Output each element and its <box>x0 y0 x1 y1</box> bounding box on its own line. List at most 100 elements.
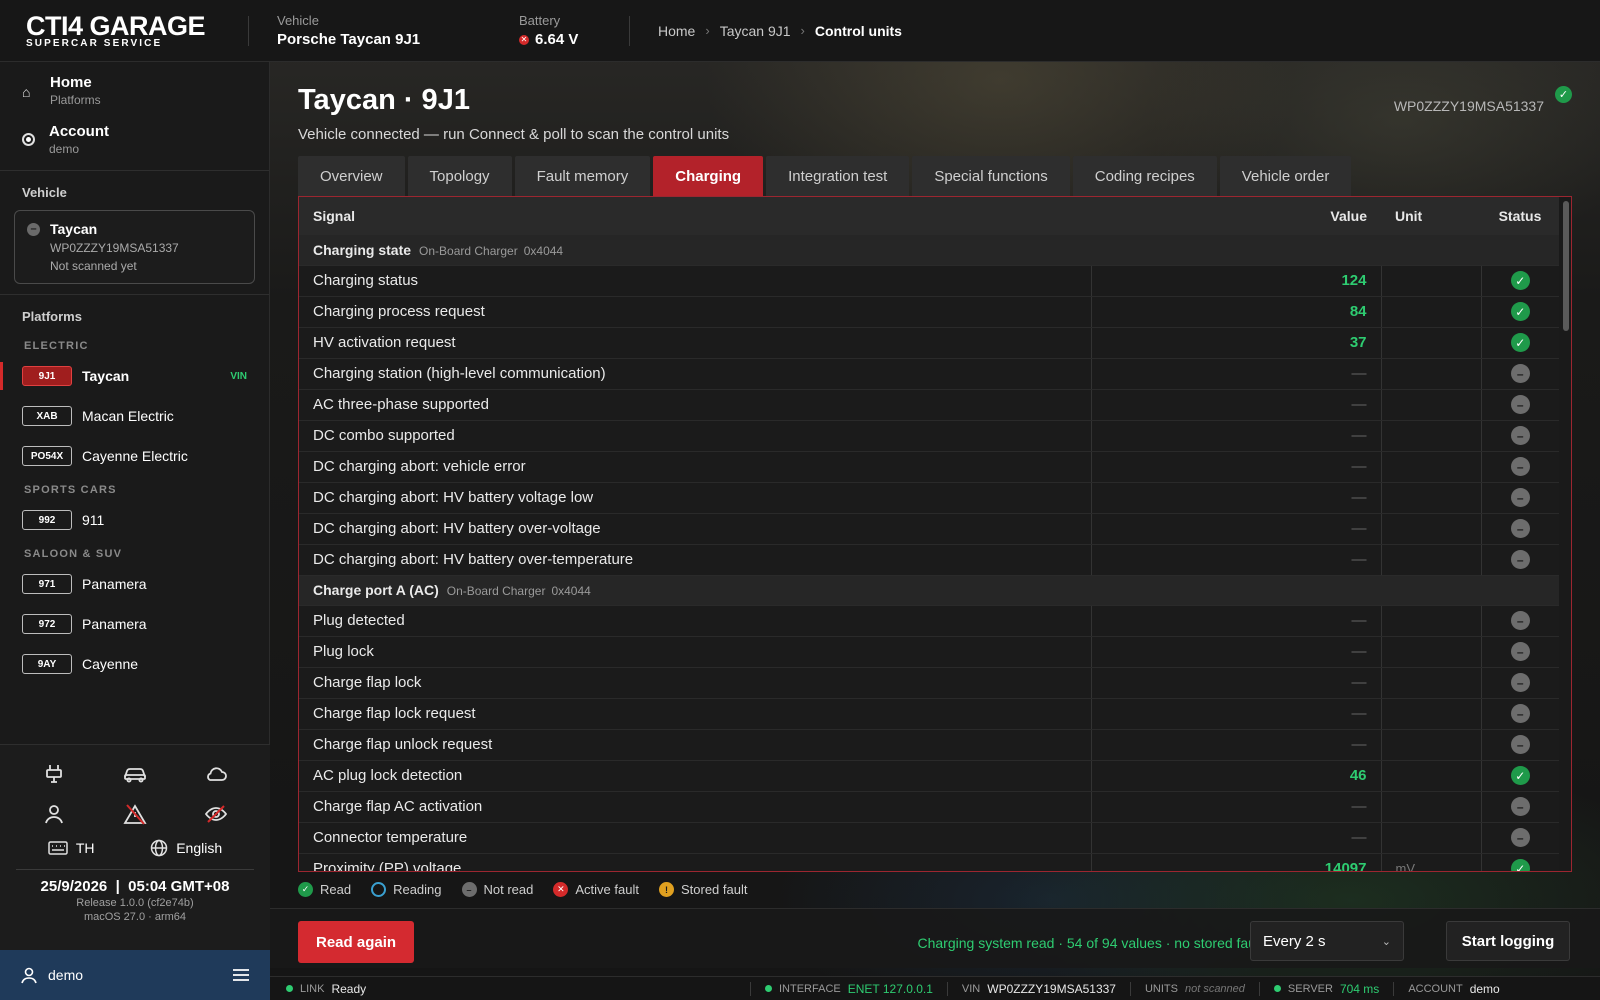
table-row[interactable]: HV activation request 37 ✓ <box>299 327 1559 359</box>
signals-table[interactable]: Signal Value Unit Status Charging state O… <box>298 196 1572 872</box>
vin-label: VIN <box>961 982 981 995</box>
connected-check-icon: ✓ <box>1555 86 1572 104</box>
app-logo[interactable]: CTI4 GARAGE SUPERCAR SERVICE <box>0 10 248 49</box>
platform-name: Macan Electric <box>82 408 174 424</box>
car-icon[interactable] <box>95 761 176 787</box>
header-value[interactable]: Value <box>1091 197 1381 235</box>
signal-value: 37 <box>1090 327 1381 359</box>
table-row[interactable]: DC charging abort: HV battery voltage lo… <box>299 482 1559 514</box>
start-logging-button[interactable]: Start logging <box>1446 921 1570 961</box>
radio-icon <box>22 133 35 146</box>
read-again-button[interactable]: Read again <box>298 921 415 963</box>
table-row[interactable]: DC charging abort: vehicle error — – <box>299 451 1559 483</box>
user-bar[interactable]: demo <box>0 950 270 1000</box>
platform-cayenne[interactable]: 9AY Cayenne <box>0 644 269 684</box>
minus-icon: – <box>1510 457 1530 476</box>
table-row[interactable]: DC combo supported — – <box>299 420 1559 452</box>
hamburger-menu-icon[interactable] <box>232 968 250 982</box>
warning-off-icon[interactable] <box>95 801 176 827</box>
platform-panamera-972[interactable]: 972 Panamera <box>0 604 269 644</box>
table-row[interactable]: Charging process request 84 ✓ <box>299 296 1559 328</box>
header-status[interactable]: Status <box>1481 197 1559 235</box>
table-row[interactable]: DC charging abort: HV battery over-volta… <box>299 513 1559 545</box>
tab-integration-test[interactable]: Integration test <box>766 156 910 196</box>
platform-taycan[interactable]: 9J1 Taycan VIN <box>0 356 269 396</box>
interface-label: INTERFACE <box>779 982 841 995</box>
signal-status: – <box>1480 605 1559 637</box>
battery-label: Battery <box>519 13 561 28</box>
poll-interval-select[interactable]: Every 2 s ⌄ <box>1250 921 1404 961</box>
person-icon[interactable] <box>14 801 95 827</box>
signal-unit <box>1380 729 1481 761</box>
table-row[interactable]: Charge flap lock request — – <box>299 698 1559 730</box>
platform-name: Panamera <box>82 576 147 592</box>
table-row[interactable]: Plug detected — – <box>299 605 1559 637</box>
header-signal[interactable]: Signal <box>299 197 1091 235</box>
tab-fault-memory[interactable]: Fault memory <box>514 156 651 196</box>
group-ecu: On-Board Charger <box>446 584 546 598</box>
plug-icon[interactable] <box>14 761 95 787</box>
nav-account[interactable]: Account demo <box>0 115 269 164</box>
platform-macan-electric[interactable]: XAB Macan Electric <box>0 396 269 436</box>
breadcrumb-platform[interactable]: Taycan 9J1 <box>720 23 791 39</box>
top-bar: CTI4 GARAGE SUPERCAR SERVICE Vehicle Por… <box>0 0 1600 62</box>
eye-off-icon[interactable] <box>175 801 256 827</box>
group-label: SPORTS CARS <box>24 484 117 496</box>
breadcrumb-home[interactable]: Home <box>658 23 695 39</box>
vehicle-card[interactable]: – Taycan WP0ZZZY19MSA51337 Not scanned y… <box>14 210 255 284</box>
signal-name: Charge flap lock <box>299 667 1091 699</box>
table-row[interactable]: Charge flap lock — – <box>299 667 1559 699</box>
language-button[interactable]: English <box>150 839 222 857</box>
cloud-icon[interactable] <box>175 761 256 787</box>
header-unit[interactable]: Unit <box>1381 197 1481 235</box>
minus-icon: – <box>1510 364 1530 383</box>
platform-panamera-971[interactable]: 971 Panamera <box>0 564 269 604</box>
platform-911[interactable]: 992 911 <box>0 500 269 540</box>
signal-name: DC charging abort: HV battery over-tempe… <box>299 544 1091 576</box>
signal-name: Connector temperature <box>299 822 1091 854</box>
datetime-box: 25/9/2026 | 05:04 GMT+08 Release 1.0.0 (… <box>16 869 254 923</box>
home-icon: ⌂ <box>22 84 31 100</box>
signal-unit <box>1380 265 1481 297</box>
platform-name: Cayenne Electric <box>82 448 188 464</box>
signal-name: DC charging abort: vehicle error <box>299 451 1091 483</box>
table-row[interactable]: DC charging abort: HV battery over-tempe… <box>299 544 1559 576</box>
exclamation-icon: ! <box>658 882 674 897</box>
scrollbar[interactable] <box>1563 201 1569 331</box>
link-value: Ready <box>331 981 367 996</box>
group-cell: Charge port A (AC) On-Board Charger 0x4044 <box>299 575 1559 606</box>
error-x-icon: ✕ <box>553 882 569 897</box>
vehicle-card-vin: WP0ZZZY19MSA51337 <box>50 241 179 255</box>
keyboard-layout-button[interactable]: TH <box>48 840 95 856</box>
logo-main: CTI4 GARAGE <box>26 10 206 41</box>
tab-overview[interactable]: Overview <box>298 156 405 196</box>
signal-value: — <box>1090 636 1381 668</box>
signal-status: ✓ <box>1480 327 1559 359</box>
signal-name: DC combo supported <box>299 420 1091 452</box>
table-row[interactable]: Charging status 124 ✓ <box>299 265 1559 297</box>
table-row[interactable]: Connector temperature — – <box>299 822 1559 854</box>
table-row[interactable]: AC three-phase supported — – <box>299 389 1559 421</box>
reading-ring-icon <box>371 882 387 897</box>
chevron-down-icon: ⌄ <box>1381 935 1391 948</box>
table-row[interactable]: Plug lock — – <box>299 636 1559 668</box>
tab-vehicle-order[interactable]: Vehicle order <box>1219 156 1352 196</box>
table-row[interactable]: Charge flap AC activation — – <box>299 791 1559 823</box>
tab-topology[interactable]: Topology <box>407 156 512 196</box>
user-name: demo <box>48 967 84 983</box>
table-row[interactable]: Charging station (high-level communicati… <box>299 358 1559 390</box>
tab-special-functions[interactable]: Special functions <box>912 156 1070 196</box>
signal-name: Proximity (PP) voltage <box>299 853 1091 871</box>
nav-home[interactable]: ⌂ Home Platforms <box>0 66 269 115</box>
page-subtitle: Vehicle connected — run Connect & poll t… <box>298 126 730 143</box>
signal-name: AC plug lock detection <box>299 760 1091 792</box>
table-row[interactable]: AC plug lock detection 46 ✓ <box>299 760 1559 792</box>
tab-coding-recipes[interactable]: Coding recipes <box>1072 156 1217 196</box>
table-row[interactable]: Proximity (PP) voltage 14097 mV ✓ <box>299 853 1559 871</box>
table-row[interactable]: Charge flap unlock request — – <box>299 729 1559 761</box>
signal-name: Plug detected <box>299 605 1091 637</box>
check-icon: ✓ <box>1510 859 1530 871</box>
signal-status: – <box>1480 513 1559 545</box>
tab-charging[interactable]: Charging <box>653 156 764 196</box>
platform-cayenne-electric[interactable]: PO54X Cayenne Electric <box>0 436 269 476</box>
